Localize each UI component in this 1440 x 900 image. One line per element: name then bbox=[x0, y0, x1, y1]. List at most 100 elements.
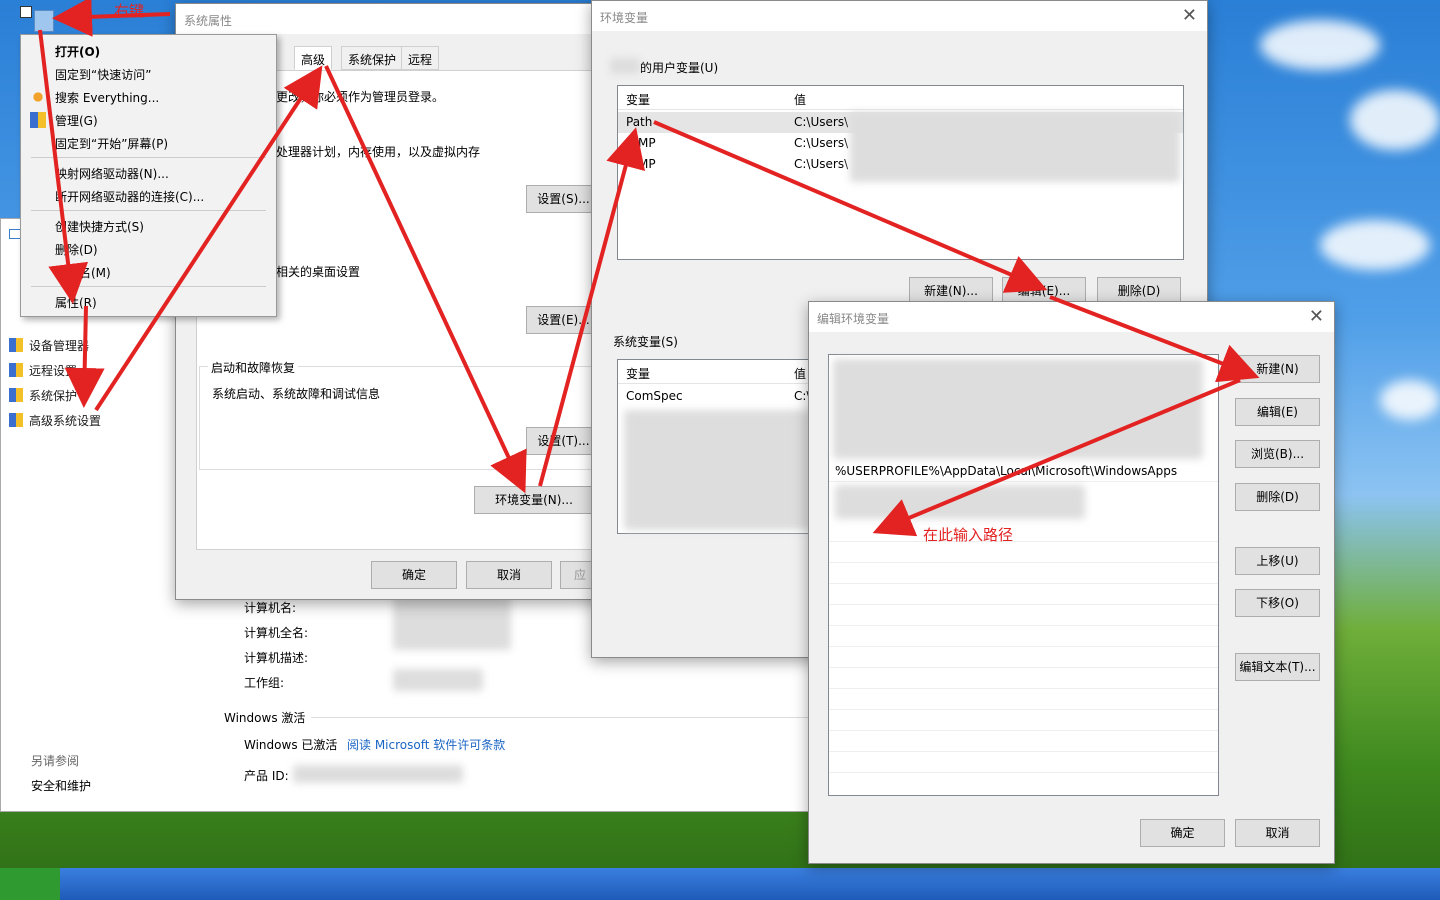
start-button[interactable] bbox=[0, 868, 60, 900]
edit-env-dialog: 编辑环境变量 ✕ %USERPROFILE%\AppData\Local\Mic… bbox=[808, 301, 1335, 864]
list-item[interactable] bbox=[829, 542, 1218, 563]
user-vars-list[interactable]: 变量 值 Path C:\Users\ MP C:\Users\ MP C:\U… bbox=[617, 85, 1184, 260]
list-item[interactable] bbox=[829, 752, 1218, 773]
right-click-note: 右键 bbox=[114, 2, 145, 20]
var-name: ComSpec bbox=[626, 389, 683, 403]
var-name: Path bbox=[626, 115, 653, 129]
ok-button[interactable]: 确定 bbox=[371, 561, 457, 589]
table-row[interactable]: ComSpec C:\ bbox=[618, 386, 816, 407]
menu-item-pin-quick-access[interactable]: 固定到“快速访问” bbox=[55, 66, 151, 83]
side-link-device-manager[interactable]: 设备管理器 bbox=[9, 337, 89, 354]
delete-button[interactable]: 删除(D) bbox=[1235, 483, 1320, 511]
env-vars-button[interactable]: 环境变量(N)... bbox=[474, 486, 594, 514]
shield-icon bbox=[9, 363, 23, 377]
path-entry[interactable]: %USERPROFILE%\AppData\Local\Microsoft\Wi… bbox=[829, 461, 1218, 482]
new-button[interactable]: 新建(N) bbox=[1235, 355, 1320, 383]
var-value: C:\Users\ bbox=[794, 157, 849, 171]
search-icon bbox=[30, 89, 46, 105]
list-item[interactable] bbox=[829, 605, 1218, 626]
list-item[interactable] bbox=[829, 668, 1218, 689]
list-item[interactable] bbox=[829, 647, 1218, 668]
divider bbox=[311, 717, 811, 718]
move-up-button[interactable]: 上移(U) bbox=[1235, 547, 1320, 575]
list-item[interactable] bbox=[829, 689, 1218, 710]
menu-item-properties[interactable]: 属性(R) bbox=[55, 294, 97, 311]
edit-button[interactable]: 编辑(E) bbox=[1235, 398, 1320, 426]
blurred-value bbox=[624, 410, 812, 530]
info-label: 计算机全名: bbox=[244, 626, 309, 640]
blurred-value bbox=[833, 359, 1203, 459]
performance-settings-button[interactable]: 设置(S)... bbox=[526, 185, 601, 213]
activation-title: Windows 激活 bbox=[224, 711, 306, 725]
blurred-value bbox=[393, 595, 511, 650]
menu-separator bbox=[31, 210, 266, 211]
list-item[interactable] bbox=[829, 521, 1218, 542]
menu-item-open[interactable]: 打开(O) bbox=[55, 43, 100, 60]
list-header: 变量 值 bbox=[618, 360, 816, 384]
side-link-remote[interactable]: 远程设置 bbox=[9, 362, 77, 379]
blurred-value bbox=[850, 112, 1180, 182]
list-item[interactable] bbox=[829, 626, 1218, 647]
menu-item-search-everything[interactable]: 搜索 Everything... bbox=[55, 89, 159, 106]
cloud bbox=[1350, 90, 1440, 150]
side-link-protection[interactable]: 系统保护 bbox=[9, 387, 77, 404]
blurred-value bbox=[835, 485, 1085, 519]
shield-icon bbox=[9, 388, 23, 402]
ok-button[interactable]: 确定 bbox=[1140, 819, 1225, 847]
cancel-button[interactable]: 取消 bbox=[1235, 819, 1320, 847]
taskbar bbox=[0, 868, 1440, 900]
menu-item-disconnect-drive[interactable]: 断开网络驱动器的连接(C)... bbox=[55, 188, 204, 205]
user-vars-group-title: 的用户变量(U) bbox=[640, 61, 719, 75]
sys-vars-list[interactable]: 变量 值 ComSpec C:\ bbox=[617, 359, 817, 534]
shield-icon bbox=[9, 413, 23, 427]
tab-protection[interactable]: 系统保护 bbox=[341, 46, 404, 70]
list-item[interactable] bbox=[829, 731, 1218, 752]
edit-text-button[interactable]: 编辑文本(T)... bbox=[1235, 653, 1320, 681]
blurred-value bbox=[393, 669, 483, 691]
profile-settings-button[interactable]: 设置(E)... bbox=[526, 306, 601, 334]
cloud bbox=[1260, 20, 1380, 70]
performance-desc: 处理器计划，内存使用，以及虚拟内存 bbox=[276, 145, 481, 159]
tab-remote[interactable]: 远程 bbox=[401, 46, 440, 70]
side-link-label: 高级系统设置 bbox=[29, 414, 102, 428]
menu-item-rename[interactable]: 重命名(M) bbox=[55, 264, 111, 281]
side-link-label: 远程设置 bbox=[29, 364, 78, 378]
checkbox-icon[interactable] bbox=[20, 6, 32, 18]
cancel-button[interactable]: 取消 bbox=[466, 561, 552, 589]
path-list[interactable]: %USERPROFILE%\AppData\Local\Microsoft\Wi… bbox=[828, 354, 1219, 796]
menu-item-create-shortcut[interactable]: 创建快捷方式(S) bbox=[55, 218, 144, 235]
admin-note: 更改，你必须作为管理员登录。 bbox=[276, 90, 445, 104]
menu-separator bbox=[31, 286, 266, 287]
side-link-advanced[interactable]: 高级系统设置 bbox=[9, 412, 101, 429]
menu-item-manage[interactable]: 管理(G) bbox=[55, 112, 98, 129]
cloud bbox=[1320, 220, 1430, 270]
menu-separator bbox=[31, 157, 266, 158]
close-icon[interactable]: ✕ bbox=[1309, 306, 1324, 327]
list-item[interactable] bbox=[829, 584, 1218, 605]
product-id-label: 产品 ID: bbox=[244, 769, 289, 783]
info-label: 计算机描述: bbox=[244, 651, 309, 665]
startup-settings-button[interactable]: 设置(T)... bbox=[526, 427, 601, 455]
shield-icon bbox=[9, 338, 23, 352]
security-link[interactable]: 安全和维护 bbox=[31, 777, 91, 794]
close-icon[interactable]: ✕ bbox=[1182, 5, 1197, 26]
info-label: 工作组: bbox=[244, 676, 285, 690]
menu-item-delete[interactable]: 删除(D) bbox=[55, 241, 98, 258]
blurred-value bbox=[293, 765, 463, 783]
computer-icon[interactable] bbox=[34, 10, 54, 32]
license-link[interactable]: 阅读 Microsoft 软件许可条款 bbox=[347, 736, 505, 753]
tab-advanced[interactable]: 高级 bbox=[294, 46, 333, 70]
activation-status: Windows 已激活 bbox=[244, 738, 338, 752]
menu-item-pin-start[interactable]: 固定到“开始”屏幕(P) bbox=[55, 135, 168, 152]
startup-title: 启动和故障恢复 bbox=[208, 359, 299, 376]
browse-button[interactable]: 浏览(B)... bbox=[1235, 440, 1320, 468]
side-link-label: 系统保护 bbox=[29, 389, 78, 403]
move-down-button[interactable]: 下移(O) bbox=[1235, 589, 1320, 617]
var-value: C:\Users\ bbox=[794, 136, 849, 150]
list-item[interactable] bbox=[829, 710, 1218, 731]
menu-item-map-drive[interactable]: 映射网络驱动器(N)... bbox=[55, 165, 169, 182]
list-item[interactable] bbox=[829, 563, 1218, 584]
dialog-title: 编辑环境变量 bbox=[809, 302, 1334, 332]
side-link-label: 设备管理器 bbox=[29, 339, 90, 353]
column-variable: 变量 bbox=[626, 367, 651, 381]
